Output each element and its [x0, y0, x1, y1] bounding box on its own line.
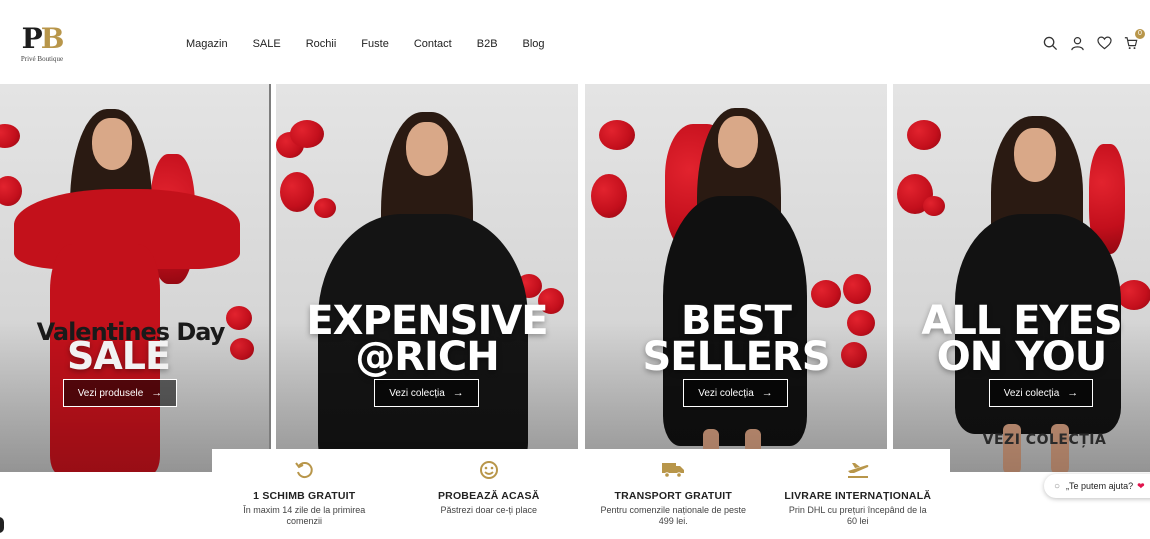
smile-icon — [397, 459, 582, 481]
hero-headline-bottom: SALE — [67, 334, 171, 378]
main-nav: Magazin SALE Rochii Fuste Contact B2B Bl… — [186, 37, 545, 51]
benefit-title: LIVRARE INTERNAȚIONALĂ — [784, 490, 932, 502]
arrow-right-icon: → — [761, 387, 773, 399]
view-collection-button[interactable]: Vezi colecția → — [989, 379, 1093, 407]
return-icon — [212, 459, 397, 481]
benefits-bar: 1 SCHIMB GRATUIT În maxim 14 zile de la … — [212, 449, 950, 539]
scroll-indicator[interactable] — [0, 517, 4, 533]
petal-decoration — [907, 120, 941, 150]
nav-item-sale[interactable]: SALE — [253, 37, 281, 51]
benefit-title: TRANSPORT GRATUIT — [614, 490, 733, 502]
nav-item-magazin[interactable]: Magazin — [186, 37, 228, 51]
brand-logo[interactable]: PB Privé Boutique — [20, 22, 65, 64]
chat-bubble-icon: ○ — [1054, 480, 1061, 492]
page: PB Privé Boutique Magazin SALE Rochii Fu… — [0, 0, 1150, 539]
truck-icon — [581, 459, 766, 481]
hero-headline-bottom: ON YOU — [936, 334, 1107, 380]
hero-panel-valentines[interactable]: Valentines Day SALE Vezi produsele → — [0, 84, 269, 472]
cart-icon[interactable]: 0 — [1122, 29, 1145, 52]
nav-item-blog[interactable]: Blog — [523, 37, 545, 51]
arrow-right-icon: → — [1067, 387, 1079, 399]
benefit-description: Prin DHL cu prețuri începând de la 60 le… — [788, 505, 927, 526]
hero-headline-bottom: @RICH — [355, 334, 500, 380]
petal-decoration — [591, 174, 627, 218]
petal-decoration — [0, 124, 20, 148]
hero-panel-expensive-rich[interactable]: EXPENSIVE @RICH Vezi colecția → — [276, 84, 578, 472]
petal-decoration — [314, 198, 336, 218]
view-collection-button[interactable]: Vezi colecția → — [683, 379, 788, 407]
logo-mark: PB — [21, 22, 65, 55]
view-collection-button[interactable]: Vezi colecția → — [374, 379, 479, 407]
wishlist-icon[interactable] — [1095, 34, 1113, 52]
header-actions: 0 — [1032, 29, 1145, 52]
petal-decoration — [923, 196, 945, 216]
hero-panel-best-sellers[interactable]: BEST SELLERS Vezi colecția → — [585, 84, 887, 472]
hero-headline-bottom: SELLERS — [642, 334, 830, 380]
petal-decoration — [599, 120, 635, 150]
cart-count-badge: 0 — [1135, 29, 1145, 39]
benefit-title: PROBEAZĂ ACASĂ — [437, 490, 540, 502]
account-icon[interactable] — [1068, 34, 1086, 52]
benefit-free-exchange: 1 SCHIMB GRATUIT În maxim 14 zile de la … — [212, 449, 397, 539]
arrow-right-icon: → — [452, 387, 464, 399]
site-header: PB Privé Boutique Magazin SALE Rochii Fu… — [0, 0, 1150, 84]
nav-item-b2b[interactable]: B2B — [477, 37, 498, 51]
benefit-description: Păstrezi doar ce-ți place — [440, 505, 538, 515]
chat-label: „Te putem ajuta? — [1066, 481, 1134, 491]
benefit-description: Pentru comenzile naționale de peste 499 … — [600, 505, 747, 526]
view-products-button[interactable]: Vezi produsele → — [63, 379, 177, 407]
plane-icon — [766, 459, 951, 481]
benefit-free-shipping: TRANSPORT GRATUIT Pentru comenzile națio… — [581, 449, 766, 539]
faded-collection-text: VEZI COLECȚIA — [982, 432, 1107, 448]
benefit-description: În maxim 14 zile de la primirea comenzii — [243, 505, 366, 526]
heart-icon: ❤ — [1137, 480, 1145, 491]
benefit-try-at-home: PROBEAZĂ ACASĂ Păstrezi doar ce-ți place — [397, 449, 582, 539]
nav-item-fuste[interactable]: Fuste — [361, 37, 389, 51]
arrow-right-icon: → — [151, 387, 163, 399]
nav-item-rochii[interactable]: Rochii — [306, 37, 337, 51]
petal-decoration — [280, 172, 314, 212]
petal-decoration — [290, 120, 324, 148]
logo-tagline: Privé Boutique — [20, 55, 64, 63]
petal-decoration — [0, 176, 22, 206]
hero-panel-all-eyes[interactable]: ALL EYES ON YOU Vezi colecția → VEZI COLE… — [893, 84, 1150, 472]
panel-divider — [269, 84, 271, 472]
benefit-international-delivery: LIVRARE INTERNAȚIONALĂ Prin DHL cu prețu… — [766, 449, 951, 539]
benefit-title: 1 SCHIMB GRATUIT — [253, 490, 356, 502]
search-icon[interactable] — [1041, 34, 1059, 52]
chat-widget[interactable]: ○ „Te putem ajuta? ❤ — [1044, 474, 1150, 498]
nav-item-contact[interactable]: Contact — [414, 37, 452, 51]
